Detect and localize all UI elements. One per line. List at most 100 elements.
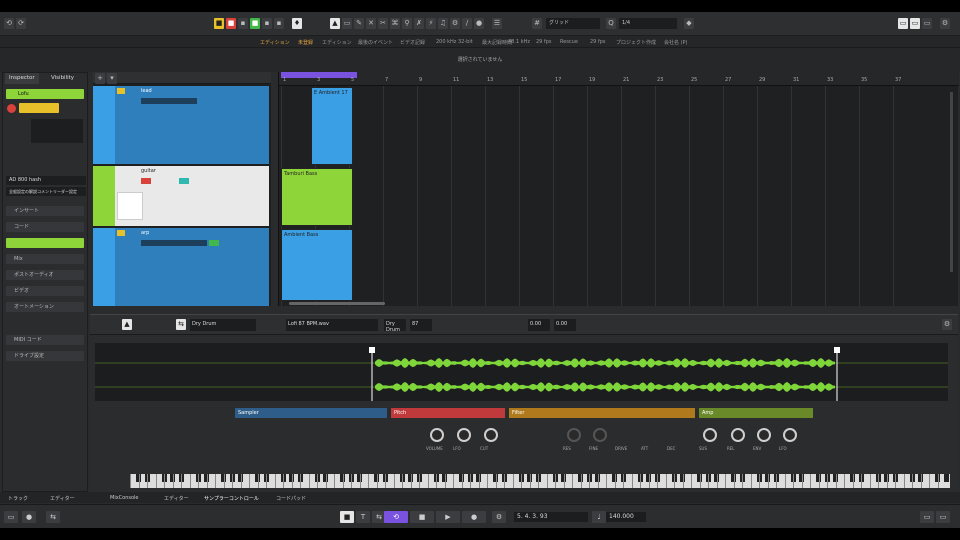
snap-toggle-icon[interactable]: ♦ [292, 18, 302, 29]
track-controls[interactable] [141, 98, 197, 104]
track-folder-icon[interactable] [117, 230, 125, 236]
track-filter-icon[interactable]: ▾ [107, 73, 117, 84]
loop-icon[interactable]: ⇆ [176, 319, 186, 330]
track-controls[interactable] [141, 240, 207, 246]
tab-mixconsole[interactable]: MixConsole [110, 495, 139, 501]
amp-knob-3[interactable] [757, 428, 771, 442]
volume-pan-display[interactable] [31, 119, 83, 143]
editor-field[interactable]: 0.00 [528, 319, 550, 331]
inspector-section-post[interactable]: ポストオーディオ [6, 270, 84, 280]
track-record-button[interactable] [141, 178, 151, 184]
range-tool-icon[interactable]: ▭ [342, 18, 352, 29]
pitch-knob-3[interactable] [484, 428, 498, 442]
timewarp-tool-icon[interactable]: ⚡ [426, 18, 436, 29]
mode-button-6[interactable]: ▪ [274, 18, 284, 29]
inspector-track-name[interactable]: Lofu [6, 89, 84, 99]
add-track-icon[interactable]: + [95, 73, 105, 84]
track-monitor-button[interactable] [209, 240, 219, 246]
play-tool-icon[interactable]: ♫ [438, 18, 448, 29]
zoom-tool-icon[interactable]: ⚲ [402, 18, 412, 29]
waveform-display[interactable] [95, 343, 948, 401]
record-button[interactable]: ● [462, 511, 486, 523]
tab-editor[interactable]: エディター [50, 495, 75, 502]
glue-tool-icon[interactable]: ⌘ [390, 18, 400, 29]
filter-knob-2[interactable] [593, 428, 607, 442]
chord-field[interactable]: AD 800 hash [6, 176, 86, 185]
stop-button[interactable]: ■ [410, 511, 434, 523]
position-display[interactable]: 5. 4. 3. 93 [514, 512, 588, 522]
clip[interactable]: Tamburi Bass [281, 168, 353, 226]
line-tool-icon[interactable]: ∕ [462, 18, 472, 29]
editor-field[interactable]: 87 [410, 319, 432, 331]
play-button[interactable]: ▶ [436, 511, 460, 523]
window-right-icon[interactable]: ▭ [936, 511, 950, 523]
editor-field[interactable]: 0.00 [554, 319, 576, 331]
time-format-icon[interactable]: ⚙ [492, 511, 506, 523]
track-guitar[interactable]: guitar [93, 166, 269, 226]
keyboard[interactable] [130, 474, 950, 488]
tab-track[interactable]: トラック [8, 495, 28, 502]
sample-name-field[interactable]: Dry Drum [190, 319, 256, 331]
inspector-section-automation[interactable]: オートメーション [6, 302, 84, 312]
layout-right-icon[interactable]: ▭ [922, 18, 932, 29]
panel-toggle-icon[interactable]: ▭ [4, 511, 18, 523]
split-tool-icon[interactable]: ✂ [378, 18, 388, 29]
monitor-controls[interactable] [19, 103, 59, 113]
vertical-scrollbar[interactable] [950, 92, 953, 272]
inspector-section-video[interactable]: ビデオ [6, 286, 84, 296]
inspector-section-color[interactable] [6, 238, 84, 248]
snap-mode-icon[interactable]: ☰ [492, 18, 502, 29]
pointer-icon[interactable]: ▲ [122, 319, 132, 330]
amp-knob-4[interactable] [783, 428, 797, 442]
mode-button-red[interactable]: ■ [226, 18, 236, 29]
metronome-icon[interactable]: ■ [340, 511, 354, 523]
track-monitor-button[interactable] [179, 178, 189, 184]
route-field[interactable]: 全般設定の解説コメントリーダー設定 [6, 187, 86, 196]
sample-file-field[interactable]: Lofi 87 BPM.wav [286, 319, 378, 331]
tab-chord-pads[interactable]: コードパッド [276, 495, 306, 502]
filter-knob-1[interactable] [567, 428, 581, 442]
tempo-display[interactable]: 140.000 [606, 512, 646, 522]
mode-button-yellow[interactable]: ■ [214, 18, 224, 29]
clip[interactable]: E Ambient 17 [311, 87, 353, 165]
tab-inspector[interactable]: Inspector [5, 73, 39, 84]
mode-button-3[interactable]: ▪ [238, 18, 248, 29]
erase-tool-icon[interactable]: ✕ [366, 18, 376, 29]
tab-visibility[interactable]: Visibility [47, 73, 78, 84]
track-arp[interactable]: arp [93, 228, 269, 306]
tap-icon[interactable]: T [356, 511, 370, 523]
undo-icon[interactable]: ⟲ [4, 18, 14, 29]
pitch-knob-2[interactable] [457, 428, 471, 442]
redo-icon[interactable]: ⟳ [16, 18, 26, 29]
grid-type-select[interactable]: グリッド [546, 18, 600, 29]
punch-icon[interactable]: ⇆ [46, 511, 60, 523]
tempo-icon[interactable]: ♩ [592, 511, 606, 523]
black-key[interactable] [943, 474, 949, 482]
timeline-ruler[interactable]: 1 3 5 7 9 11 13 15 17 19 21 23 25 27 29 31 33 35 37 [279, 72, 959, 86]
pitch-knob-1[interactable] [430, 428, 444, 442]
inspector-section-chord[interactable]: コード [6, 222, 84, 232]
track-lead[interactable]: lead [93, 86, 269, 164]
inspector-section-drive[interactable]: ドライブ設定 [6, 351, 84, 361]
track-folder-icon[interactable] [117, 88, 125, 94]
settings-icon[interactable]: ⚙ [940, 18, 950, 29]
editor-field[interactable]: Dry Drum [384, 319, 406, 333]
tab-editor-2[interactable]: エディター [164, 495, 189, 502]
track-name[interactable]: lead [141, 88, 152, 94]
record-enable-icon[interactable] [7, 104, 16, 113]
color-tool-icon[interactable]: ● [474, 18, 484, 29]
layout-left-icon[interactable]: ▭ [898, 18, 908, 29]
arrange-window[interactable]: 1 3 5 7 9 11 13 15 17 19 21 23 25 27 29 31 33 35 37 E Ambi… [278, 72, 959, 306]
track-name[interactable]: arp [141, 230, 149, 236]
record-mode-icon[interactable]: ● [22, 511, 36, 523]
inspector-section-midi[interactable]: MIDI コード [6, 335, 84, 345]
inspector-section-mix[interactable]: Mix [6, 254, 84, 264]
mode-button-green[interactable]: ■ [250, 18, 260, 29]
amp-volume-knob[interactable] [703, 428, 717, 442]
quantize-select[interactable]: 1/4 [619, 18, 677, 29]
mute-tool-icon[interactable]: ✗ [414, 18, 424, 29]
comp-tool-icon[interactable]: ⚙ [450, 18, 460, 29]
clip[interactable]: Ambient Bass [281, 229, 353, 301]
inspector-section-inserts[interactable]: インサート [6, 206, 84, 216]
pointer-tool-icon[interactable]: ▲ [330, 18, 340, 29]
